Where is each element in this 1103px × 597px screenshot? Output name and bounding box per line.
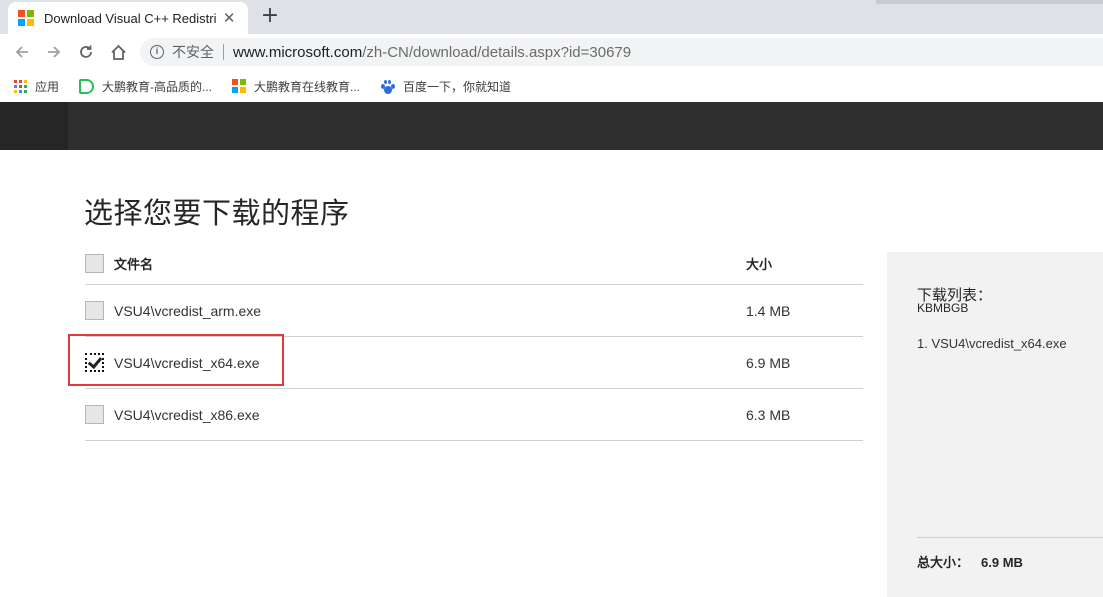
page-title: 选择您要下载的程序 [84,196,350,230]
tab-title: Download Visual C++ Redistri [44,10,217,26]
table-row[interactable]: VSU4\vcredist_x86.exe 6.3 MB [85,389,863,441]
colorful-squares-icon [232,79,247,93]
bookmark-label: 应用 [35,79,60,94]
bookmarks-bar: 应用 大鹏教育-高品质的... 大鹏教育在线教育... 百度一下，你就知道 [0,70,1103,102]
home-icon[interactable] [106,40,130,64]
bookmark-baidu[interactable]: 百度一下，你就知道 [380,78,511,95]
bookmark-label: 大鹏教育在线教育... [254,79,361,94]
microsoft-logo-icon [18,10,34,26]
select-all-checkbox[interactable] [85,253,104,273]
forward-arrow-icon[interactable] [42,40,66,64]
header-left-block [0,102,68,150]
total-size-label: 总大小： [917,555,970,570]
tab-close-icon[interactable]: ✕ [220,9,238,27]
window-edge [876,0,1103,4]
download-list-subheading: KBMBGB [917,301,969,315]
url-text[interactable]: www.microsoft.com/zh-CN/download/details… [233,44,631,61]
address-bar[interactable]: i 不安全 www.microsoft.com/zh-CN/download/d… [140,38,1103,66]
new-tab-button[interactable]: + [258,4,282,28]
file-name: VSU4\vcredist_x64.exe [114,354,260,371]
download-list-item: 1. VSU4\vcredist_x64.exe [917,336,1067,351]
file-size: 6.3 MB [746,406,791,423]
panel-divider [917,537,1103,538]
table-row[interactable]: VSU4\vcredist_x64.exe 6.9 MB [85,337,863,389]
total-size-value: 6.9 MB [981,555,1023,570]
security-status: 不安全 [172,44,214,60]
download-summary-panel: 下载列表： KBMBGB 1. VSU4\vcredist_x64.exe 总大… [887,252,1103,597]
browser-tab[interactable]: Download Visual C++ Redistri ✕ [8,2,248,34]
bookmark-apps[interactable]: 应用 [14,78,59,95]
apps-grid-icon [14,79,27,93]
column-header-name: 文件名 [114,256,154,272]
file-name: VSU4\vcredist_arm.exe [114,302,262,319]
url-separator [223,44,224,60]
d-logo-icon [79,78,95,94]
file-size: 1.4 MB [746,302,791,319]
back-arrow-icon[interactable] [10,40,34,64]
file-name: VSU4\vcredist_x86.exe [114,406,260,423]
bookmark-dapeng-1[interactable]: 大鹏教育-高品质的... [79,78,212,95]
total-size: 总大小： 6.9 MB [917,552,1023,571]
row-checkbox[interactable] [85,405,104,424]
bookmark-label: 大鹏教育-高品质的... [102,79,213,94]
column-header-size: 大小 [746,256,773,272]
tab-strip: Download Visual C++ Redistri ✕ + [0,0,1103,34]
url-path: /zh-CN/download/details.aspx?id=30679 [362,43,632,61]
reload-icon[interactable] [74,40,98,64]
file-table: 文件名 大小 VSU4\vcredist_arm.exe 1.4 MB VSU4… [85,242,863,441]
bookmark-dapeng-2[interactable]: 大鹏教育在线教育... [232,78,360,95]
bookmark-label: 百度一下，你就知道 [403,79,512,94]
baidu-paw-icon [380,79,396,94]
info-icon[interactable]: i [150,45,164,59]
table-row[interactable]: VSU4\vcredist_arm.exe 1.4 MB [85,285,863,337]
table-header: 文件名 大小 [85,242,863,285]
row-checkbox-checked[interactable] [85,353,104,372]
url-host: www.microsoft.com [233,43,363,61]
site-header [0,102,1103,150]
file-size: 6.9 MB [746,354,791,371]
browser-toolbar: i 不安全 www.microsoft.com/zh-CN/download/d… [0,34,1103,70]
row-checkbox[interactable] [85,301,104,320]
